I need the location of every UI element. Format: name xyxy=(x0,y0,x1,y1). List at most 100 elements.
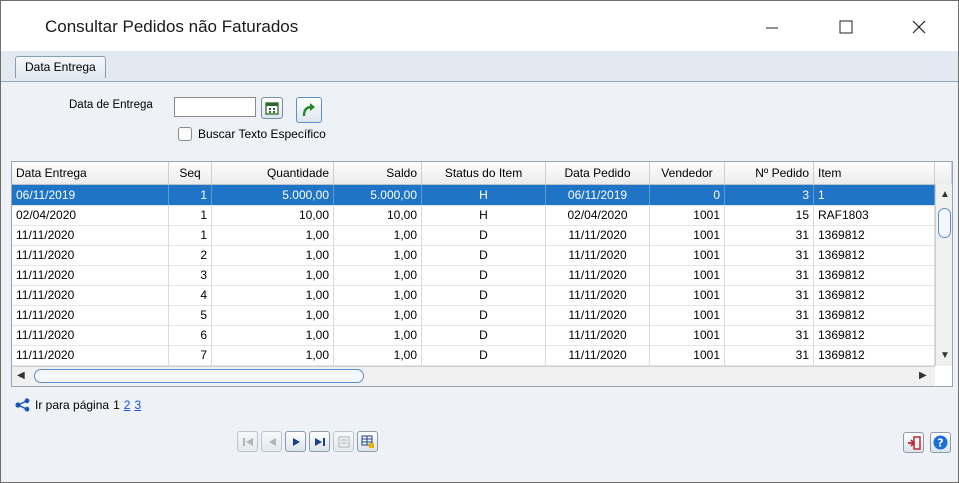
table-cell: 3 xyxy=(725,185,814,205)
table-row[interactable]: 06/11/2019 1 5.000,00 5.000,00 H 06/11/2019 0 3… xyxy=(12,185,935,206)
table-cell: D xyxy=(422,305,546,325)
table-cell: 1369812 xyxy=(814,225,935,245)
column-header[interactable]: Data Entrega xyxy=(12,162,169,184)
table-cell: 06/11/2019 xyxy=(546,185,650,205)
table-row[interactable]: 11/11/2020 7 1,00 1,00 D 11/11/2020 1001 31 1369… xyxy=(12,345,935,366)
table-cell: 1369812 xyxy=(814,265,935,285)
table-row[interactable]: 02/04/2020 1 10,00 10,00 H 02/04/2020 1001 15 RA… xyxy=(12,205,935,226)
table-cell: 1,00 xyxy=(334,245,422,265)
column-header[interactable]: Nº Pedido xyxy=(725,162,814,184)
grid-view-icon xyxy=(361,435,374,448)
table-cell: 11/11/2020 xyxy=(12,325,169,345)
last-record-button[interactable] xyxy=(309,431,330,452)
table-cell: H xyxy=(422,185,546,205)
table-cell: 1001 xyxy=(650,285,725,305)
minimize-button[interactable] xyxy=(749,9,795,45)
date-input[interactable] xyxy=(174,97,256,117)
table-cell: 1,00 xyxy=(212,325,334,345)
horizontal-scrollbar[interactable]: ◀ ▶ xyxy=(12,366,935,386)
vertical-scroll-thumb[interactable] xyxy=(938,208,951,238)
table-cell: 31 xyxy=(725,345,814,365)
pagination: Ir para página 1 2 3 xyxy=(15,398,141,412)
table-cell: 1 xyxy=(814,185,935,205)
pager-link-2[interactable]: 2 xyxy=(124,398,131,412)
search-text-checkbox[interactable] xyxy=(178,127,192,141)
table-cell: 02/04/2020 xyxy=(546,205,650,225)
grid-header: Data Entrega Seq Quantidade Saldo Status do … xyxy=(12,162,952,185)
column-header[interactable]: Data Pedido xyxy=(546,162,650,184)
column-header[interactable]: Seq xyxy=(169,162,212,184)
first-record-button[interactable] xyxy=(237,431,258,452)
table-cell: 1369812 xyxy=(814,285,935,305)
table-cell: 1001 xyxy=(650,345,725,365)
form-view-icon xyxy=(338,436,349,447)
pager-link-3[interactable]: 3 xyxy=(134,398,141,412)
table-cell: D xyxy=(422,245,546,265)
tab-strip: Data Entrega xyxy=(1,51,958,82)
search-go-button[interactable] xyxy=(296,97,322,123)
table-cell: RAF1803 xyxy=(814,205,935,225)
table-cell: 10,00 xyxy=(334,205,422,225)
table-cell: 1369812 xyxy=(814,245,935,265)
help-button[interactable]: ? xyxy=(930,432,951,453)
table-cell: 1 xyxy=(169,225,212,245)
table-cell: 11/11/2020 xyxy=(546,305,650,325)
table-row[interactable]: 11/11/2020 3 1,00 1,00 D 11/11/2020 1001 31 1369… xyxy=(12,265,935,286)
table-cell: 1,00 xyxy=(212,345,334,365)
maximize-button[interactable] xyxy=(823,9,869,45)
exit-icon xyxy=(907,435,921,450)
table-cell: 5.000,00 xyxy=(212,185,334,205)
scroll-left-icon[interactable]: ◀ xyxy=(17,370,25,381)
table-cell: D xyxy=(422,225,546,245)
vertical-scrollbar[interactable]: ▲ ▼ xyxy=(935,184,952,366)
table-cell: 11/11/2020 xyxy=(12,305,169,325)
table-cell: 2 xyxy=(169,245,212,265)
calendar-icon xyxy=(265,102,279,115)
exit-button[interactable] xyxy=(903,432,924,453)
calendar-button[interactable] xyxy=(261,97,283,119)
minimize-icon xyxy=(766,27,778,29)
column-header[interactable]: Vendedor xyxy=(650,162,725,184)
orders-grid: Data Entrega Seq Quantidade Saldo Status do … xyxy=(11,161,953,387)
share-icon xyxy=(15,398,30,412)
app-window: Consultar Pedidos não Faturados Data Ent… xyxy=(0,0,959,483)
maximize-icon xyxy=(839,20,853,34)
table-cell: 11/11/2020 xyxy=(546,325,650,345)
table-cell: 1001 xyxy=(650,325,725,345)
column-header[interactable]: Status do Item xyxy=(422,162,546,184)
table-cell: 31 xyxy=(725,265,814,285)
grid-view-button[interactable] xyxy=(357,431,378,452)
close-button[interactable] xyxy=(896,9,942,45)
column-header[interactable]: Saldo xyxy=(334,162,422,184)
table-cell: D xyxy=(422,325,546,345)
table-cell: 11/11/2020 xyxy=(546,265,650,285)
pager-label: Ir para página xyxy=(35,398,110,412)
table-cell: 31 xyxy=(725,305,814,325)
column-header-filler xyxy=(935,162,952,184)
previous-record-button[interactable] xyxy=(261,431,282,452)
table-cell: H xyxy=(422,205,546,225)
table-row[interactable]: 11/11/2020 5 1,00 1,00 D 11/11/2020 1001 31 1369… xyxy=(12,305,935,326)
main-content: Data Entrega Data de Entrega Buscar Text… xyxy=(1,51,958,482)
column-header[interactable]: Item xyxy=(814,162,935,184)
svg-text:?: ? xyxy=(937,437,943,450)
scroll-up-icon[interactable]: ▲ xyxy=(940,189,950,200)
scroll-down-icon[interactable]: ▼ xyxy=(940,350,950,361)
table-cell: 1369812 xyxy=(814,345,935,365)
table-cell: 31 xyxy=(725,325,814,345)
table-row[interactable]: 11/11/2020 2 1,00 1,00 D 11/11/2020 1001 31 1369… xyxy=(12,245,935,266)
table-row[interactable]: 11/11/2020 1 1,00 1,00 D 11/11/2020 1001 31 1369… xyxy=(12,225,935,246)
table-cell: 11/11/2020 xyxy=(12,265,169,285)
date-label: Data de Entrega xyxy=(69,99,153,111)
close-icon xyxy=(912,20,926,34)
table-row[interactable]: 11/11/2020 6 1,00 1,00 D 11/11/2020 1001 31 1369… xyxy=(12,325,935,346)
tab-data-entrega[interactable]: Data Entrega xyxy=(15,56,106,78)
form-view-button[interactable] xyxy=(333,431,354,452)
scroll-right-icon[interactable]: ▶ xyxy=(919,370,927,381)
table-cell: 1 xyxy=(169,185,212,205)
horizontal-scroll-thumb[interactable] xyxy=(34,369,364,383)
column-header[interactable]: Quantidade xyxy=(212,162,334,184)
table-cell: 11/11/2020 xyxy=(12,345,169,365)
table-row[interactable]: 11/11/2020 4 1,00 1,00 D 11/11/2020 1001 31 1369… xyxy=(12,285,935,306)
next-record-button[interactable] xyxy=(285,431,306,452)
